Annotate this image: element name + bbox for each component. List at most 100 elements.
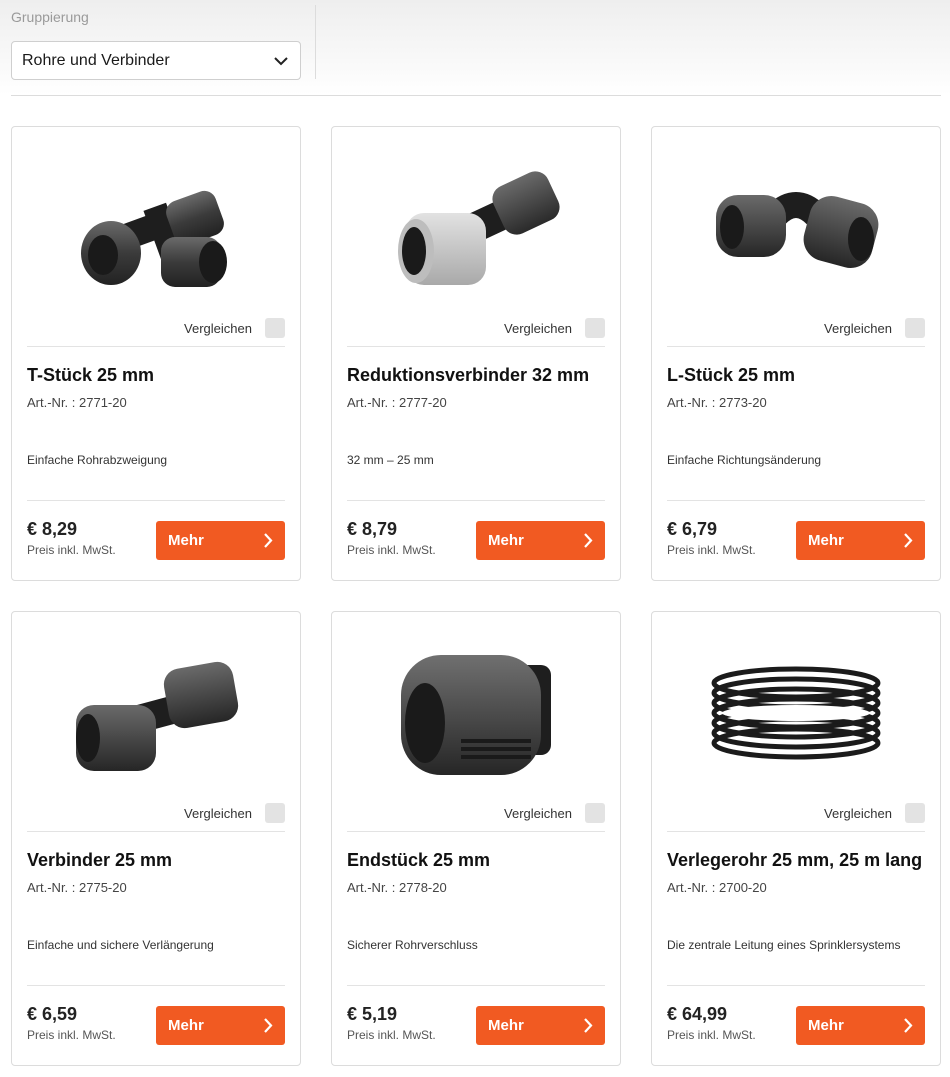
compare-label: Vergleichen bbox=[824, 805, 892, 821]
product-description: Sicherer Rohrverschluss bbox=[347, 938, 478, 952]
chevron-down-icon bbox=[274, 57, 288, 66]
chevron-right-icon bbox=[904, 533, 913, 548]
product-image[interactable] bbox=[667, 620, 925, 810]
product-price: € 6,79 bbox=[667, 519, 718, 539]
elbow-image bbox=[716, 192, 879, 268]
divider bbox=[347, 985, 605, 986]
t-piece-image bbox=[81, 190, 227, 287]
compare-checkbox[interactable] bbox=[585, 318, 605, 338]
more-button[interactable]: Mehr bbox=[476, 1006, 605, 1045]
product-price: € 64,99 bbox=[667, 1004, 728, 1024]
compare-toggle[interactable]: Vergleichen bbox=[824, 318, 925, 338]
divider bbox=[667, 500, 925, 501]
product-image[interactable] bbox=[667, 135, 925, 325]
price-note: Preis inkl. MwSt. bbox=[347, 543, 436, 557]
chevron-right-icon bbox=[264, 1018, 273, 1033]
compare-label: Vergleichen bbox=[184, 805, 252, 821]
compare-label: Vergleichen bbox=[184, 320, 252, 336]
product-title[interactable]: Verbinder 25 mm bbox=[27, 850, 172, 871]
grouping-select[interactable]: Rohre und Verbinder bbox=[11, 41, 301, 80]
price-note: Preis inkl. MwSt. bbox=[27, 1028, 116, 1042]
product-price: € 8,79 bbox=[347, 519, 398, 539]
connector-image bbox=[76, 661, 239, 771]
product-card: Vergleichen Reduktionsverbinder 32 mm Ar… bbox=[331, 126, 621, 581]
divider bbox=[347, 500, 605, 501]
price-note: Preis inkl. MwSt. bbox=[347, 1028, 436, 1042]
product-price: € 5,19 bbox=[347, 1004, 398, 1024]
chevron-right-icon bbox=[584, 1018, 593, 1033]
divider bbox=[27, 346, 285, 347]
compare-checkbox[interactable] bbox=[265, 318, 285, 338]
product-title[interactable]: Endstück 25 mm bbox=[347, 850, 490, 871]
compare-checkbox[interactable] bbox=[265, 803, 285, 823]
product-card: Vergleichen Verbinder 25 mm Art.-Nr. : 2… bbox=[11, 611, 301, 1066]
more-button[interactable]: Mehr bbox=[156, 521, 285, 560]
price-note: Preis inkl. MwSt. bbox=[27, 543, 116, 557]
product-description: Einfache Richtungsänderung bbox=[667, 453, 822, 467]
product-image[interactable] bbox=[347, 135, 605, 325]
product-image[interactable] bbox=[27, 135, 285, 325]
compare-toggle[interactable]: Vergleichen bbox=[504, 803, 605, 823]
compare-label: Vergleichen bbox=[504, 320, 572, 336]
article-number: Art.-Nr. : 2775-20 bbox=[27, 880, 127, 895]
more-button-label: Mehr bbox=[808, 532, 844, 549]
price-note: Preis inkl. MwSt. bbox=[667, 1028, 756, 1042]
product-price: € 6,59 bbox=[27, 1004, 78, 1024]
more-button[interactable]: Mehr bbox=[156, 1006, 285, 1045]
chevron-right-icon bbox=[584, 533, 593, 548]
more-button[interactable]: Mehr bbox=[796, 521, 925, 560]
price-note: Preis inkl. MwSt. bbox=[667, 543, 756, 557]
divider bbox=[667, 346, 925, 347]
compare-label: Vergleichen bbox=[824, 320, 892, 336]
compare-checkbox[interactable] bbox=[585, 803, 605, 823]
divider bbox=[667, 985, 925, 986]
chevron-right-icon bbox=[904, 1018, 913, 1033]
filter-divider bbox=[11, 95, 941, 96]
divider bbox=[347, 346, 605, 347]
product-title[interactable]: Reduktionsverbinder 32 mm bbox=[347, 365, 589, 386]
more-button[interactable]: Mehr bbox=[476, 521, 605, 560]
more-button-label: Mehr bbox=[168, 1017, 204, 1034]
more-button-label: Mehr bbox=[488, 1017, 524, 1034]
product-description: Einfache und sichere Verlängerung bbox=[27, 938, 214, 952]
product-card: Vergleichen Endstück 25 mm Art.-Nr. : 27… bbox=[331, 611, 621, 1066]
compare-toggle[interactable]: Vergleichen bbox=[184, 318, 285, 338]
more-button-label: Mehr bbox=[168, 532, 204, 549]
divider bbox=[27, 831, 285, 832]
compare-toggle[interactable]: Vergleichen bbox=[184, 803, 285, 823]
compare-toggle[interactable]: Vergleichen bbox=[504, 318, 605, 338]
end-cap-image bbox=[401, 655, 551, 775]
divider bbox=[27, 985, 285, 986]
product-price: € 8,29 bbox=[27, 519, 78, 539]
more-button-label: Mehr bbox=[808, 1017, 844, 1034]
article-number: Art.-Nr. : 2777-20 bbox=[347, 395, 447, 410]
product-description: Einfache Rohrabzweigung bbox=[27, 453, 168, 467]
product-description: 32 mm – 25 mm bbox=[347, 453, 434, 467]
product-card: Vergleichen T-Stück 25 mm Art.-Nr. : 277… bbox=[11, 126, 301, 581]
product-title[interactable]: T-Stück 25 mm bbox=[27, 365, 154, 386]
product-title[interactable]: L-Stück 25 mm bbox=[667, 365, 795, 386]
product-description: Die zentrale Leitung eines Sprinklersyst… bbox=[667, 938, 901, 952]
article-number: Art.-Nr. : 2773-20 bbox=[667, 395, 767, 410]
product-card: Vergleichen Verlegerohr 25 mm, 25 m lang… bbox=[651, 611, 941, 1066]
header-divider bbox=[315, 5, 316, 79]
divider bbox=[347, 831, 605, 832]
product-card: Vergleichen L-Stück 25 mm Art.-Nr. : 277… bbox=[651, 126, 941, 581]
product-image[interactable] bbox=[347, 620, 605, 810]
compare-label: Vergleichen bbox=[504, 805, 572, 821]
article-number: Art.-Nr. : 2771-20 bbox=[27, 395, 127, 410]
chevron-right-icon bbox=[264, 533, 273, 548]
grouping-label: Gruppierung bbox=[11, 9, 89, 25]
compare-checkbox[interactable] bbox=[905, 318, 925, 338]
compare-checkbox[interactable] bbox=[905, 803, 925, 823]
article-number: Art.-Nr. : 2700-20 bbox=[667, 880, 767, 895]
more-button-label: Mehr bbox=[488, 532, 524, 549]
grouping-select-value: Rohre und Verbinder bbox=[22, 51, 170, 69]
product-image[interactable] bbox=[27, 620, 285, 810]
product-title[interactable]: Verlegerohr 25 mm, 25 m lang bbox=[667, 850, 922, 871]
compare-toggle[interactable]: Vergleichen bbox=[824, 803, 925, 823]
divider bbox=[667, 831, 925, 832]
article-number: Art.-Nr. : 2778-20 bbox=[347, 880, 447, 895]
more-button[interactable]: Mehr bbox=[796, 1006, 925, 1045]
pipe-coil-image bbox=[711, 666, 881, 760]
